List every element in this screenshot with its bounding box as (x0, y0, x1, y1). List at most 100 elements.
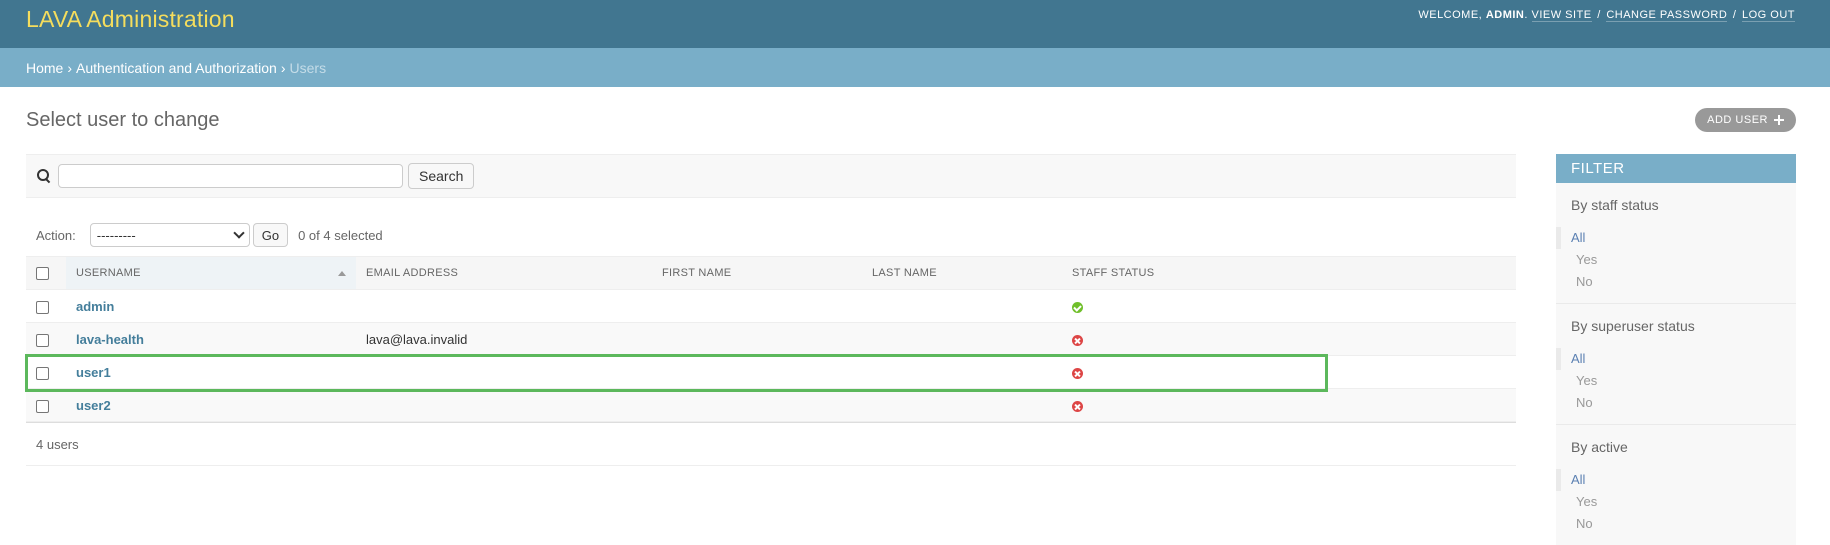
result-count: 4 users (36, 436, 79, 452)
column-first-name[interactable]: FIRST NAME (652, 256, 862, 290)
user-link-user1[interactable]: user1 (76, 365, 111, 380)
row-select-cell (26, 388, 66, 422)
user-link-lava-health[interactable]: lava-health (76, 332, 144, 347)
email-cell (356, 355, 652, 389)
page-title: Select user to change (26, 109, 220, 131)
x-circle-icon (1072, 400, 1083, 412)
row-select-cell (26, 322, 66, 356)
site-branding[interactable]: LAVA Administration (26, 6, 235, 33)
row-select-cell (26, 289, 66, 323)
table-row: lava-health lava@lava.invalid (26, 322, 1516, 356)
first-name-cell (652, 289, 862, 323)
column-email[interactable]: EMAIL ADDRESS (356, 256, 652, 290)
table-row: user1 (26, 355, 1516, 389)
last-name-cell (862, 355, 1062, 389)
paginator: 4 users (26, 422, 1516, 466)
last-name-cell (862, 388, 1062, 422)
staff-status-cell (1062, 388, 1516, 422)
row-checkbox[interactable] (36, 300, 49, 314)
search-toolbar: Search (26, 154, 1516, 198)
actions-bar: Action: --------- Go 0 of 4 selected (26, 220, 1516, 250)
filter-group-superuser: By superuser status All Yes No (1556, 304, 1796, 425)
change-password-link[interactable]: CHANGE PASSWORD (1606, 9, 1728, 22)
row-select-cell (26, 355, 66, 389)
column-username[interactable]: USERNAME (66, 256, 356, 290)
separator: / (1732, 9, 1737, 21)
filter-group-active: By active All Yes No (1556, 425, 1796, 545)
email-cell: lava@lava.invalid (356, 322, 652, 356)
filter-option-all[interactable]: All (1556, 469, 1796, 491)
action-select-value: --------- (96, 227, 136, 243)
view-site-link[interactable]: VIEW SITE (1531, 9, 1592, 22)
column-label: USERNAME (76, 267, 141, 279)
table-row: user2 (26, 388, 1516, 422)
filter-option-no[interactable]: No (1556, 271, 1796, 293)
email-cell (356, 289, 652, 323)
filter-option-yes[interactable]: Yes (1556, 370, 1796, 392)
table-header-row: USERNAME EMAIL ADDRESS FIRST NAME LAST N… (26, 256, 1516, 290)
search-input[interactable] (58, 164, 403, 188)
first-name-cell (652, 388, 862, 422)
row-checkbox[interactable] (36, 333, 49, 347)
filter-title: FILTER (1556, 154, 1796, 183)
column-label: FIRST NAME (662, 267, 732, 279)
welcome-text: WELCOME, (1418, 9, 1483, 21)
filter-group-title: By superuser status (1571, 318, 1695, 334)
user-tools: WELCOME, ADMIN. VIEW SITE / CHANGE PASSW… (1418, 9, 1795, 22)
filter-group-title: By active (1571, 439, 1628, 455)
username-cell: user1 (66, 355, 356, 389)
action-select[interactable]: --------- (89, 223, 250, 247)
table-row: admin (26, 289, 1516, 323)
log-out-link[interactable]: LOG OUT (1741, 9, 1795, 22)
column-label: LAST NAME (872, 267, 937, 279)
column-label: EMAIL ADDRESS (366, 267, 459, 279)
filter-option-all[interactable]: All (1556, 227, 1796, 249)
breadcrumb-home[interactable]: Home (26, 60, 63, 76)
go-button[interactable]: Go (252, 223, 289, 247)
row-checkbox[interactable] (36, 366, 49, 380)
plus-icon (1774, 115, 1784, 125)
filter-option-yes[interactable]: Yes (1556, 249, 1796, 271)
select-all-checkbox[interactable] (36, 266, 49, 280)
column-last-name[interactable]: LAST NAME (862, 256, 1062, 290)
action-label: Action: (36, 227, 76, 243)
staff-status-cell (1062, 289, 1516, 323)
user-link-admin[interactable]: admin (76, 299, 114, 314)
site-header: LAVA Administration WELCOME, ADMIN. VIEW… (0, 0, 1830, 48)
x-circle-icon (1072, 334, 1083, 346)
filter-option-yes[interactable]: Yes (1556, 491, 1796, 513)
selected-count: 0 of 4 selected (298, 227, 383, 243)
breadcrumb-separator: › (67, 59, 73, 76)
add-user-label: ADD USER (1707, 114, 1768, 126)
email-cell (356, 388, 652, 422)
separator: / (1597, 9, 1601, 21)
filter-option-all[interactable]: All (1556, 348, 1796, 370)
username-cell: lava-health (66, 322, 356, 356)
chevron-down-icon (233, 227, 245, 239)
filter-group-title: By staff status (1571, 197, 1659, 213)
filter-option-no[interactable]: No (1556, 392, 1796, 414)
check-circle-icon (1072, 301, 1083, 313)
username-cell: user2 (66, 388, 356, 422)
breadcrumb-auth[interactable]: Authentication and Authorization (76, 60, 277, 76)
breadcrumb-separator: › (280, 59, 286, 76)
column-label: STAFF STATUS (1072, 267, 1155, 279)
last-name-cell (862, 289, 1062, 323)
filter-group-staff: By staff status All Yes No (1556, 183, 1796, 304)
filter-sidebar: FILTER By staff status All Yes No By sup… (1556, 154, 1796, 545)
user-link-user2[interactable]: user2 (76, 398, 111, 413)
username-cell: admin (66, 289, 356, 323)
search-icon (36, 168, 52, 184)
add-user-button[interactable]: ADD USER (1695, 108, 1796, 132)
sort-ascending-icon[interactable] (338, 271, 346, 276)
breadcrumb: Home › Authentication and Authorization … (0, 48, 1830, 87)
row-checkbox[interactable] (36, 399, 49, 413)
search-button[interactable]: Search (408, 163, 475, 189)
column-staff-status[interactable]: STAFF STATUS (1062, 256, 1516, 290)
staff-status-cell (1062, 322, 1516, 356)
users-table: USERNAME EMAIL ADDRESS FIRST NAME LAST N… (26, 256, 1516, 422)
filter-option-no[interactable]: No (1556, 513, 1796, 535)
staff-status-cell (1062, 355, 1516, 389)
current-username: ADMIN (1485, 9, 1525, 21)
x-circle-icon (1072, 367, 1083, 379)
